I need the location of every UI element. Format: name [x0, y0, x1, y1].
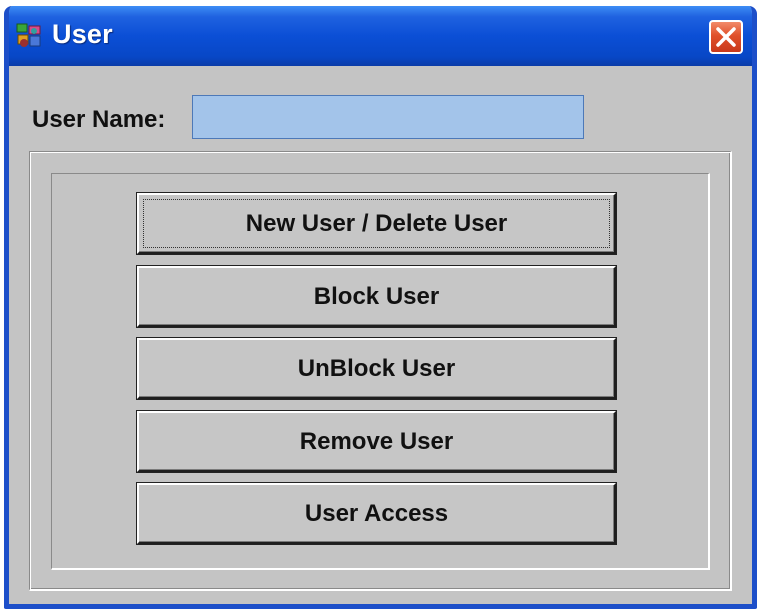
block-user-button[interactable]: Block User: [137, 266, 616, 327]
user-access-label: User Access: [304, 499, 449, 527]
close-icon: [716, 27, 736, 47]
new-delete-user-label: New User / Delete User: [245, 209, 508, 237]
close-button[interactable]: [709, 20, 743, 54]
outer-group-frame: New User / Delete User Block User UnBloc…: [29, 151, 732, 591]
username-label: User Name:: [32, 106, 166, 133]
remove-user-label: Remove User: [299, 427, 454, 455]
block-user-label: Block User: [313, 282, 440, 310]
username-input[interactable]: [192, 95, 584, 139]
window-content: User Name: New User / Delete User Block …: [9, 66, 752, 604]
window-title: User: [52, 19, 113, 49]
unblock-user-button[interactable]: UnBlock User: [137, 338, 616, 399]
inner-group-frame: New User / Delete User Block User UnBloc…: [51, 173, 710, 570]
user-access-button[interactable]: User Access: [137, 483, 616, 544]
user-window: User User Name: New User / Delete User B…: [4, 6, 757, 609]
unblock-user-label: UnBlock User: [297, 354, 456, 382]
remove-user-button[interactable]: Remove User: [137, 411, 616, 472]
title-bar[interactable]: User: [9, 6, 752, 66]
user-app-icon: [16, 23, 41, 47]
new-delete-user-button[interactable]: New User / Delete User: [137, 193, 616, 254]
